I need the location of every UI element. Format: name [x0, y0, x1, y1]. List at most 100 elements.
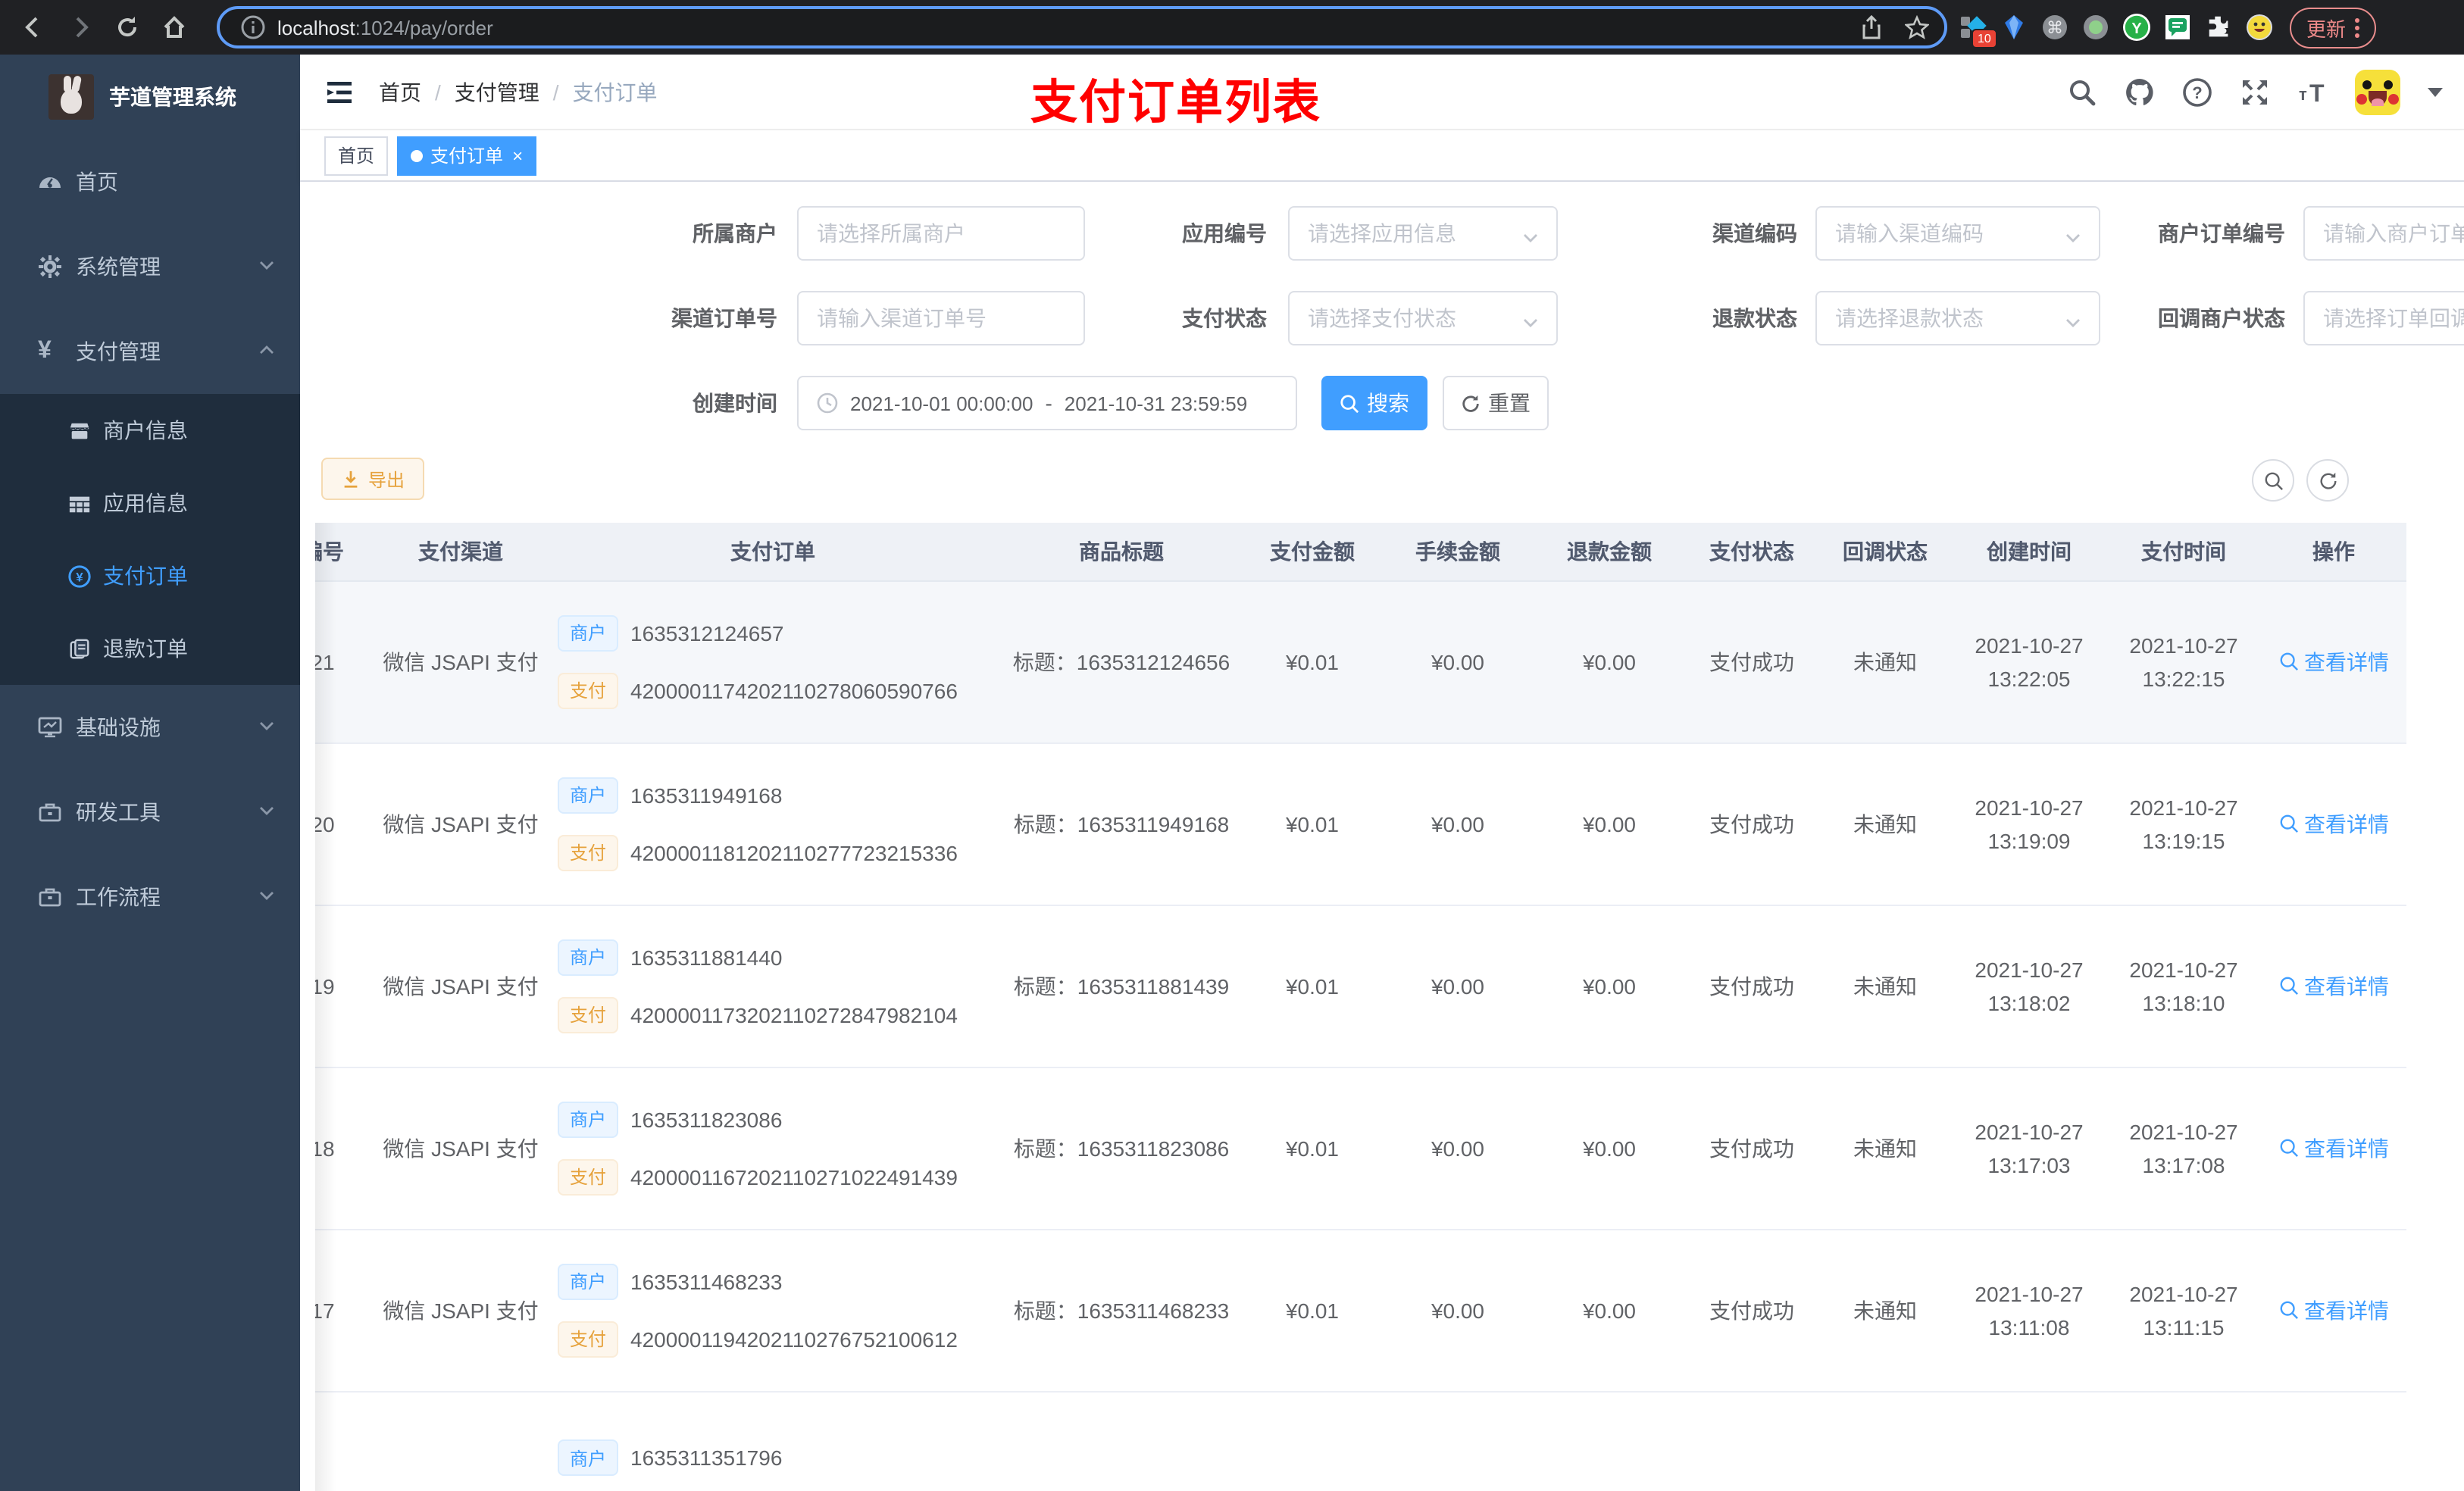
date-end: 2021-10-31 23:59:59	[1064, 392, 1248, 414]
channel-order-input[interactable]: 请输入渠道订单号	[797, 291, 1085, 345]
table-row[interactable]: 19 微信 JSAPI 支付 商户 1635311881440 支付 4200001…	[315, 905, 2406, 1067]
svg-text:T: T	[2309, 79, 2325, 106]
view-detail-link[interactable]: 查看详情	[2278, 1133, 2389, 1163]
chevron-down-icon	[258, 885, 276, 909]
app-logo	[48, 74, 94, 120]
cell-fee: ¥0.00	[1382, 580, 1534, 743]
chevron-down-icon	[2065, 226, 2081, 242]
table-row[interactable]: 18 微信 JSAPI 支付 商户 1635311823086 支付 4200001…	[315, 1067, 2406, 1230]
sidebar-item-system[interactable]: 系统管理	[0, 224, 300, 309]
view-detail-link[interactable]: 查看详情	[2278, 808, 2389, 839]
extension-diamond-icon[interactable]: 10	[1959, 14, 1997, 48]
page: localhost:1024/pay/order 10 ⌘ Y 更新 芋道管理…	[0, 0, 2464, 1491]
sidebar-item-merchant-info[interactable]: 商户信息	[0, 394, 300, 467]
toolbox-icon	[38, 800, 62, 824]
profile-avatar-icon[interactable]	[2246, 14, 2273, 41]
extension-gem-icon[interactable]	[2000, 14, 2028, 41]
col-created: 创建时间	[1952, 523, 2106, 581]
refresh-button[interactable]	[2306, 459, 2349, 502]
view-detail-link[interactable]: 查看详情	[2278, 971, 2389, 1001]
cell-id: 19	[315, 905, 376, 1067]
cell-refund: ¥0.00	[1534, 580, 1685, 743]
sidebar-item-infra[interactable]: 基础设施	[0, 685, 300, 770]
sidebar-item-pay-order[interactable]: ¥ 支付订单	[0, 539, 300, 612]
extension-record-icon[interactable]	[2082, 14, 2109, 41]
search-button[interactable]: 搜索	[1321, 376, 1427, 430]
tab-home[interactable]: 首页	[324, 136, 389, 175]
create-time-range-input[interactable]: 2021-10-01 00:00:00 - 2021-10-31 23:59:5…	[797, 376, 1297, 430]
sidebar-item-label: 商户信息	[103, 418, 188, 442]
search-icon[interactable]	[2067, 77, 2097, 107]
github-icon[interactable]	[2125, 77, 2155, 107]
fullscreen-icon[interactable]	[2240, 77, 2270, 107]
cell-title: 标题：1635312124656	[1000, 580, 1243, 743]
view-detail-link[interactable]: 查看详情	[2278, 1295, 2389, 1325]
svg-text:?: ?	[2192, 83, 2202, 102]
merchant-order-input[interactable]: 请输入商户订单编号	[2303, 206, 2464, 261]
font-size-icon[interactable]: тT	[2297, 77, 2328, 107]
view-detail-link[interactable]: 查看详情	[2278, 646, 2389, 677]
sidebar-item-pay[interactable]: ¥ 支付管理	[0, 309, 300, 394]
pay-order-no: 4200001174202110278060590766	[630, 678, 958, 702]
table-row[interactable]: 17 微信 JSAPI 支付 商户 1635311468233 支付 4200001…	[315, 1229, 2406, 1392]
refund-status-select[interactable]: 请选择退款状态	[1815, 291, 2100, 345]
table-grid-icon	[68, 492, 91, 514]
site-info-icon[interactable]	[241, 15, 265, 39]
merchant-order-no: 1635311468233	[630, 1269, 783, 1293]
avatar-caret-icon[interactable]	[2428, 87, 2443, 96]
tab-pay-order[interactable]: 支付订单 ×	[397, 136, 537, 175]
export-button[interactable]: 导出	[321, 458, 425, 500]
cell-status: 支付成功	[1685, 742, 1818, 905]
sidebar-item-label: 支付订单	[103, 564, 188, 588]
cell-amount: ¥0.01	[1243, 1229, 1382, 1392]
table-row-partial[interactable]: 商户 1635311351796	[315, 1391, 2406, 1488]
reload-icon[interactable]	[114, 14, 141, 41]
breadcrumb-home[interactable]: 首页	[379, 77, 421, 107]
breadcrumb-pay[interactable]: 支付管理	[455, 77, 539, 107]
table-row[interactable]: 21 微信 JSAPI 支付 商户 1635312124657 支付 4200001…	[315, 580, 2406, 743]
notify-status-select[interactable]: 请选择订单回调商户状态	[2303, 291, 2464, 345]
bookmark-star-icon[interactable]	[1905, 15, 1929, 39]
sidebar-item-home[interactable]: 首页	[0, 139, 300, 224]
sidebar-item-workflow[interactable]: 工作流程	[0, 855, 300, 939]
cell-notify: 未通知	[1818, 1067, 1952, 1230]
briefcase-icon	[38, 885, 62, 909]
close-icon[interactable]: ×	[512, 146, 523, 164]
extensions-puzzle-icon[interactable]	[2205, 14, 2232, 41]
update-label: 更新	[2306, 17, 2347, 40]
merchant-input[interactable]: 请选择所属商户	[797, 206, 1085, 261]
cell-status: 支付成功	[1685, 1067, 1818, 1230]
help-icon[interactable]: ?	[2182, 77, 2212, 107]
table-row[interactable]: 20 微信 JSAPI 支付 商户 1635311949168 支付 4200001…	[315, 742, 2406, 905]
breadcrumb-current: 支付订单	[572, 80, 658, 104]
share-icon[interactable]	[1859, 15, 1884, 39]
chrome-update-button[interactable]: 更新	[2290, 7, 2377, 48]
channel-select[interactable]: 请输入渠道编码	[1815, 206, 2100, 261]
pay-status-select[interactable]: 请选择支付状态	[1288, 291, 1558, 345]
toggle-search-button[interactable]	[2252, 459, 2294, 502]
placeholder: 请选择应用信息	[1308, 221, 1456, 245]
sidebar-fold-icon[interactable]	[324, 77, 355, 107]
extension-chat-icon[interactable]	[2164, 14, 2191, 41]
sidebar-item-refund-order[interactable]: 退款订单	[0, 612, 300, 685]
cell-actions: 查看详情	[2261, 580, 2406, 743]
pay-order-no: 4200001194202110276752100612	[630, 1327, 958, 1351]
home-icon[interactable]	[161, 14, 188, 41]
app-select[interactable]: 请选择应用信息	[1288, 206, 1558, 261]
merchant-tag: 商户	[558, 1101, 619, 1137]
sidebar-item-devtools[interactable]: 研发工具	[0, 770, 300, 855]
address-bar[interactable]: localhost:1024/pay/order	[217, 6, 1947, 48]
extension-command-icon[interactable]: ⌘	[2041, 14, 2068, 41]
reset-button[interactable]: 重置	[1443, 376, 1549, 430]
app-logo-row[interactable]: 芋道管理系统	[0, 55, 300, 139]
sidebar-item-app-info[interactable]: 应用信息	[0, 467, 300, 539]
filter-label-merchant-order: 商户订单编号	[2158, 221, 2285, 245]
breadcrumb: 首页 / 支付管理 / 支付订单	[379, 77, 658, 107]
forward-icon[interactable]	[67, 14, 94, 41]
pay-order-no: 4200001181202110277723215336	[630, 840, 958, 864]
extension-y-icon[interactable]: Y	[2123, 14, 2150, 41]
back-icon[interactable]	[20, 14, 47, 41]
user-avatar[interactable]	[2355, 69, 2400, 114]
chevron-down-icon	[2065, 311, 2081, 327]
merchant-order-no: 1635312124657	[630, 620, 784, 645]
